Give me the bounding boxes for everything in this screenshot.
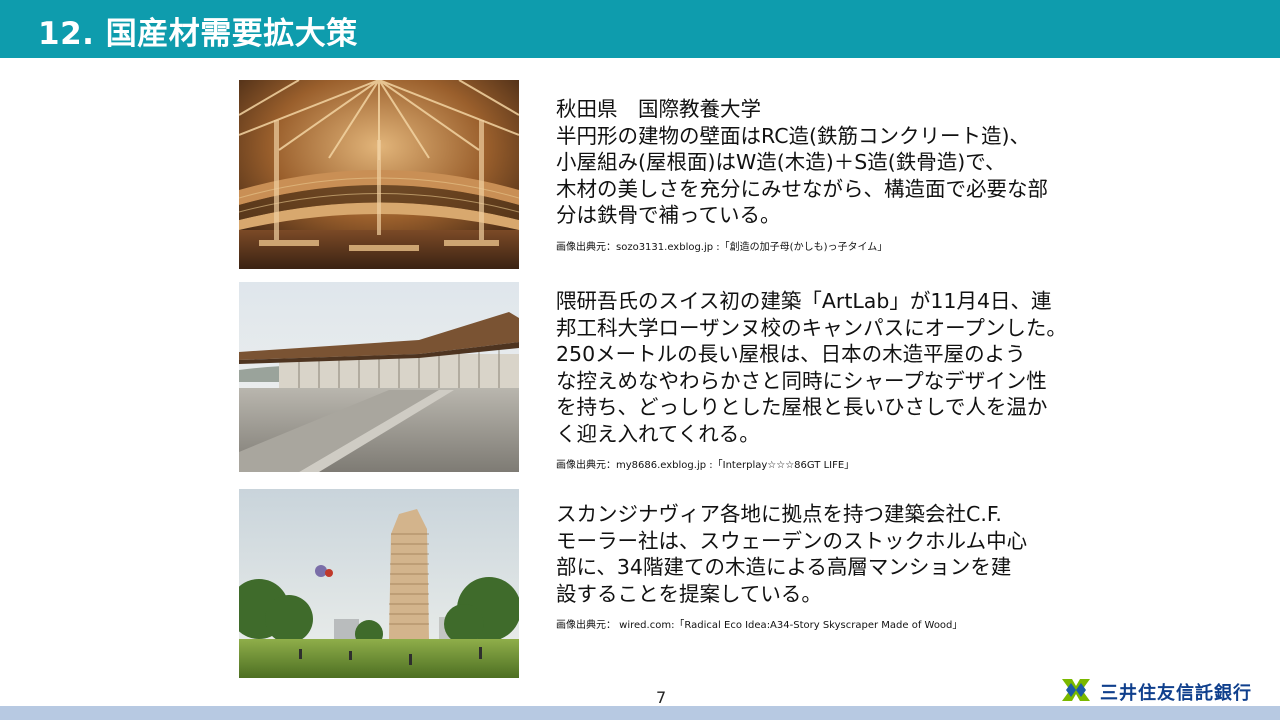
- page-title: 12. 国産材需要拡大策: [38, 16, 358, 52]
- title-bar: 12. 国産材需要拡大策: [0, 0, 1280, 58]
- slide-2-image-credit: 画像出典元：my8686.exblog.jp :「Interplay☆☆☆86G…: [556, 460, 855, 471]
- company-logo: 三井住友信託銀行: [1060, 678, 1252, 706]
- page-number: 7: [656, 688, 667, 707]
- artlab-photo: [239, 282, 519, 472]
- slide-1-image-credit: 画像出典元：sozo3131.exblog.jp :「創造の加子母(かしも)っ子…: [556, 242, 888, 253]
- wooden-skyscraper-photo: [239, 489, 519, 678]
- company-name: 三井住友信託銀行: [1100, 683, 1252, 704]
- library-photo: [239, 80, 519, 269]
- mitsui-sumitomo-trust-logo-icon: [1060, 677, 1092, 707]
- slide-2-description: 隈研吾氏のスイス初の建築「ArtLab」が11月4日、連 邦工科大学ローザンヌ校…: [556, 289, 1067, 446]
- footer-bar: [0, 706, 1280, 720]
- slide-3-description: スカンジナヴィア各地に拠点を持つ建築会社C.F. モーラー社は、スウェーデンのス…: [556, 502, 1028, 606]
- slide-3-image-credit: 画像出典元： wired.com:「Radical Eco Idea:A34-S…: [556, 620, 963, 631]
- slide-1-description: 秋田県 国際教養大学 半円形の建物の壁面はRC造(鉄筋コンクリート造)、 小屋組…: [556, 97, 1048, 227]
